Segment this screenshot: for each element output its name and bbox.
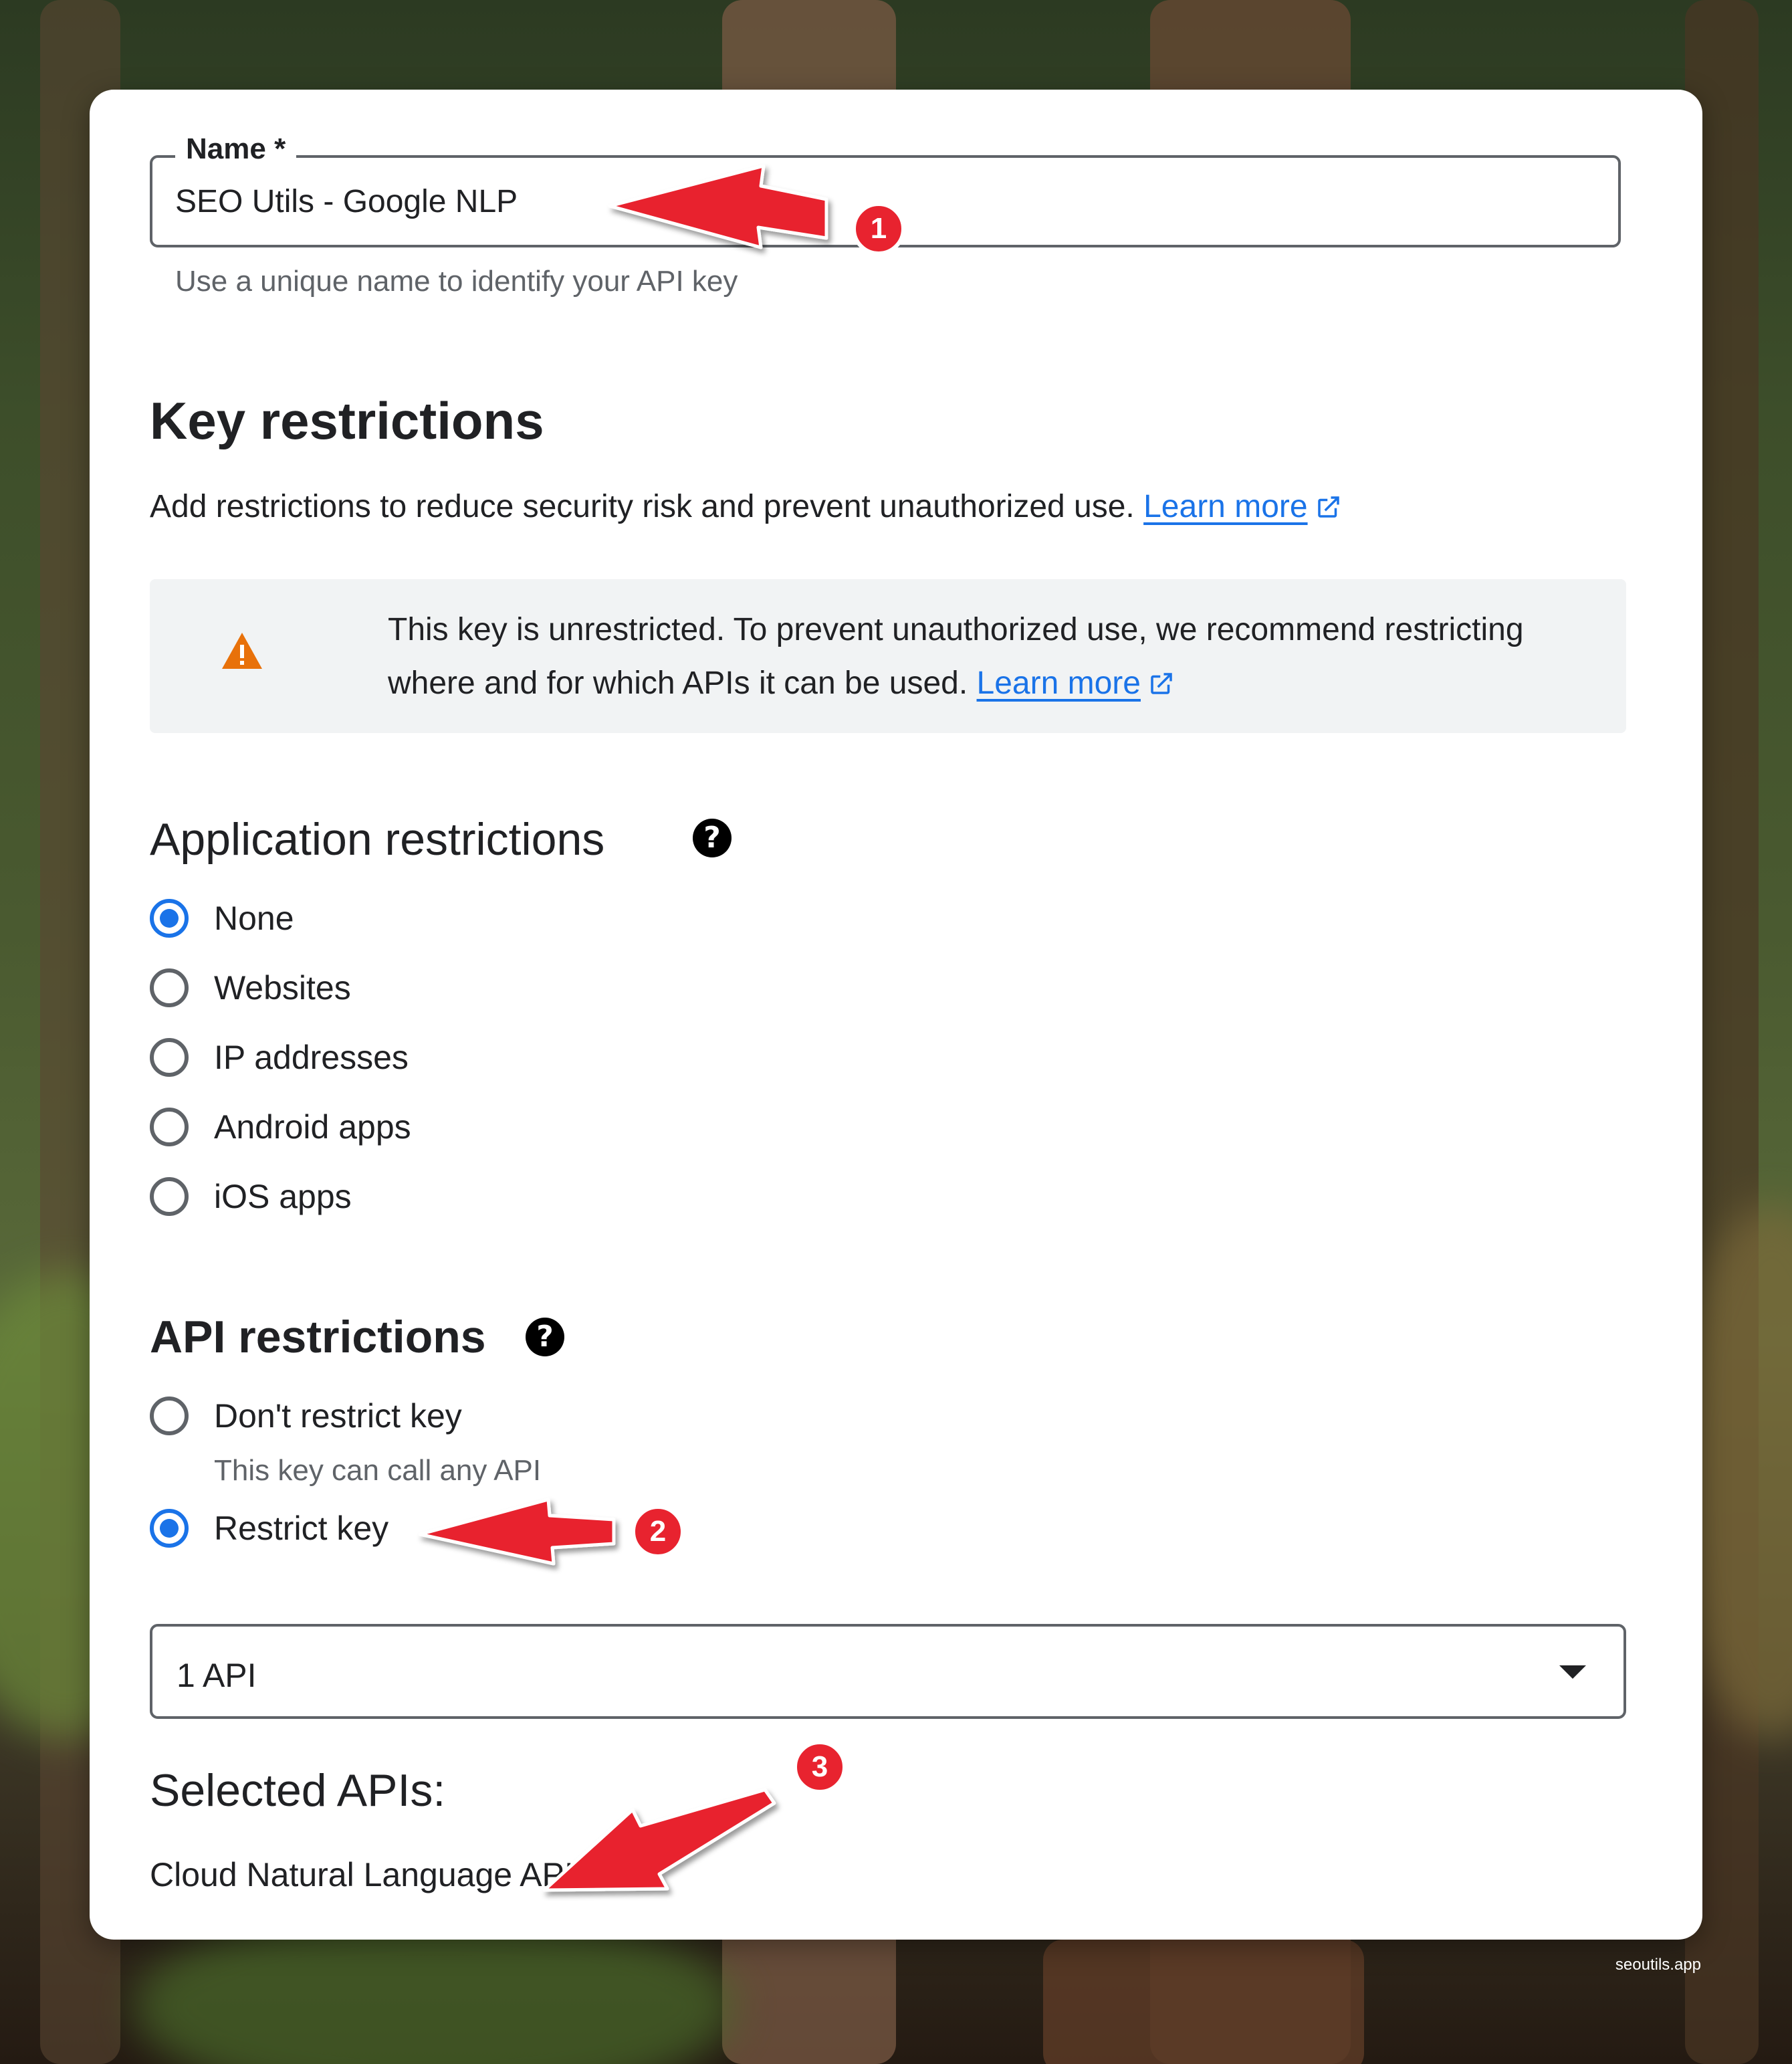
application-restrictions-title: Application restrictions [150, 814, 605, 865]
name-field-value[interactable]: SEO Utils - Google NLP [175, 183, 518, 220]
radio-dont-restrict-key[interactable]: Don't restrict key [150, 1397, 462, 1435]
radio-android-apps[interactable]: Android apps [150, 1108, 411, 1146]
learn-more-link[interactable]: Learn more [1143, 489, 1342, 524]
annotation-badge-1: 1 [852, 202, 905, 255]
annotation-badge-3: 3 [793, 1740, 847, 1794]
radio-restrict-key[interactable]: Restrict key [150, 1509, 388, 1548]
radio-label: IP addresses [214, 1039, 409, 1076]
radio-button[interactable] [150, 1108, 189, 1146]
radio-button-selected[interactable] [150, 1509, 189, 1548]
arrow-2-icon [418, 1498, 616, 1566]
watermark: seoutils.app [1615, 1956, 1701, 1974]
key-restrictions-description: Add restrictions to reduce security risk… [150, 488, 1343, 525]
dropdown-arrow-icon [1559, 1665, 1586, 1679]
api-key-settings-card: Name * SEO Utils - Google NLP Use a uniq… [90, 90, 1702, 1940]
name-field-helper: Use a unique name to identify your API k… [175, 265, 738, 298]
radio-label: Android apps [214, 1108, 411, 1146]
radio-sublabel: This key can call any API [214, 1454, 542, 1487]
key-restrictions-title: Key restrictions [150, 391, 544, 450]
selected-apis-title: Selected APIs: [150, 1765, 446, 1816]
radio-label: Don't restrict key [214, 1397, 462, 1435]
unrestricted-key-alert: This key is unrestricted. To prevent una… [150, 579, 1626, 733]
warning-icon [222, 633, 262, 669]
selected-api-item: Cloud Natural Language API [150, 1856, 574, 1893]
arrow-3-icon [542, 1788, 776, 1892]
api-restrictions-title: API restrictions [150, 1312, 486, 1362]
radio-ip-addresses[interactable]: IP addresses [150, 1038, 409, 1077]
radio-label: Websites [214, 969, 351, 1007]
alert-learn-more-link[interactable]: Learn more [977, 665, 1175, 701]
radio-button[interactable] [150, 968, 189, 1007]
radio-button[interactable] [150, 1038, 189, 1077]
learn-more-label: Learn more [1143, 489, 1308, 524]
annotation-badge-2: 2 [631, 1505, 685, 1558]
external-link-icon [1151, 673, 1172, 694]
radio-button[interactable] [150, 1397, 189, 1435]
radio-websites[interactable]: Websites [150, 968, 351, 1007]
key-restrictions-text: Add restrictions to reduce security risk… [150, 489, 1135, 524]
name-field-label: Name * [175, 132, 297, 166]
alert-text: This key is unrestricted. To prevent una… [388, 612, 1524, 701]
help-icon[interactable]: ? [526, 1318, 564, 1356]
radio-label: iOS apps [214, 1178, 352, 1215]
help-icon[interactable]: ? [693, 819, 732, 857]
dropdown-value: 1 API [177, 1657, 257, 1694]
external-link-icon [1317, 496, 1339, 518]
radio-ios-apps[interactable]: iOS apps [150, 1177, 352, 1216]
api-select-dropdown[interactable]: 1 API [150, 1624, 1626, 1719]
radio-none[interactable]: None [150, 899, 294, 938]
radio-label: None [214, 900, 294, 937]
radio-button[interactable] [150, 1177, 189, 1216]
radio-button-selected[interactable] [150, 899, 189, 938]
alert-message: This key is unrestricted. To prevent una… [388, 603, 1605, 710]
radio-label: Restrict key [214, 1510, 389, 1547]
alert-learn-more-label: Learn more [976, 665, 1141, 701]
